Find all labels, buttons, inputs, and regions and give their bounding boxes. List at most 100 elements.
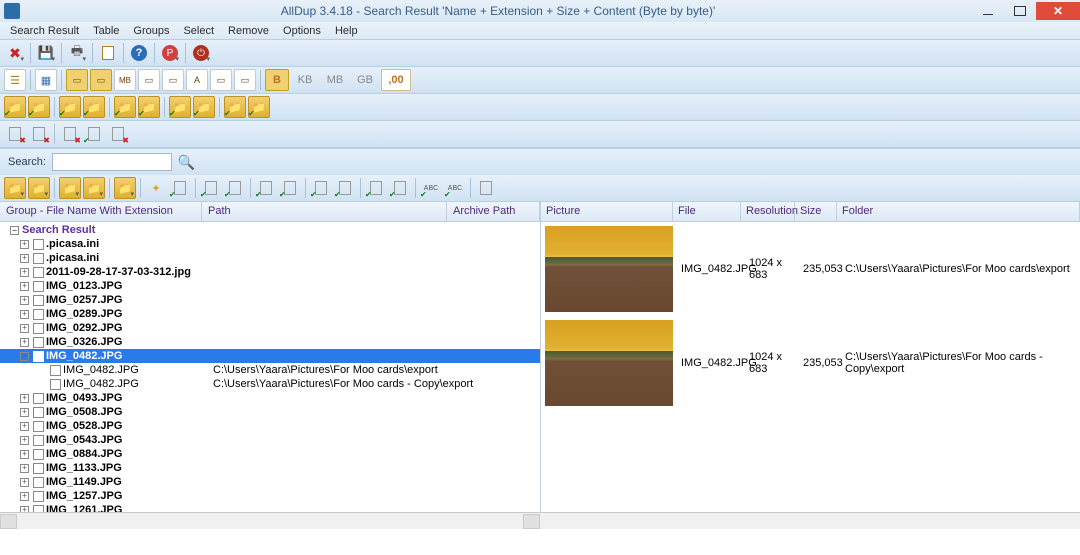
unit-decimal-button[interactable]: ,00 (381, 69, 411, 91)
folder-btn-6[interactable]: 📁✔ (138, 96, 160, 118)
tree-file[interactable]: IMG_0482.JPGC:\Users\Yaara\Pictures\For … (0, 377, 540, 391)
expand-icon[interactable]: + (20, 240, 29, 249)
view-list-button[interactable]: ☰ (4, 69, 26, 91)
hdr-file[interactable]: File (673, 202, 741, 221)
folder-btn-10[interactable]: 📁✔ (248, 96, 270, 118)
sel-page-5[interactable]: ✔ (279, 177, 301, 199)
checkbox[interactable] (33, 491, 44, 502)
checkbox[interactable] (33, 463, 44, 474)
col-btn-5[interactable]: ▭ (162, 69, 184, 91)
unit-gb-button[interactable]: GB (351, 69, 379, 91)
collapse-icon[interactable]: − (20, 352, 29, 361)
checkbox[interactable] (33, 421, 44, 432)
remove-btn-5[interactable]: ✖ (107, 123, 129, 145)
expand-icon[interactable]: + (20, 268, 29, 277)
view-panes-button[interactable]: ▦ (35, 69, 57, 91)
tree-group[interactable]: +IMG_0123.JPG (0, 279, 540, 293)
hdr-folder[interactable]: Folder (837, 202, 1080, 221)
unit-mb-button[interactable]: MB (321, 69, 349, 91)
tree-group[interactable]: +IMG_0289.JPG (0, 307, 540, 321)
col-path[interactable]: Path (202, 202, 447, 221)
sel-btn-3[interactable]: 📁 (59, 177, 81, 199)
remove-btn-2[interactable]: ✖ (28, 123, 50, 145)
checkbox[interactable] (33, 281, 44, 292)
sel-btn-2[interactable]: 📁 (28, 177, 50, 199)
tree-panel[interactable]: Group - File Name With Extension Path Ar… (0, 202, 540, 512)
root-label[interactable]: Search Result (22, 224, 95, 236)
tree-group[interactable]: +.picasa.ini (0, 237, 540, 251)
expand-icon[interactable]: + (20, 394, 29, 403)
col-btn-8[interactable]: ▭ (234, 69, 256, 91)
remove-btn-1[interactable]: ✖ (4, 123, 26, 145)
expand-icon[interactable]: + (20, 506, 29, 513)
sel-page-1[interactable]: ✔ (169, 177, 191, 199)
print-button[interactable]: 🖶 (66, 42, 88, 64)
col-btn-7[interactable]: ▭ (210, 69, 232, 91)
tree-group[interactable]: +2011-09-28-17-37-03-312.jpg (0, 265, 540, 279)
checkbox[interactable] (33, 477, 44, 488)
expand-icon[interactable]: + (20, 310, 29, 319)
tree-group[interactable]: +IMG_0528.JPG (0, 419, 540, 433)
col-btn-4[interactable]: ▭ (138, 69, 160, 91)
scroll-right-button[interactable] (523, 514, 540, 529)
search-input[interactable] (52, 153, 172, 171)
checkbox[interactable] (50, 379, 61, 390)
hdr-picture[interactable]: Picture (541, 202, 673, 221)
tree-group[interactable]: +IMG_0543.JPG (0, 433, 540, 447)
menu-select[interactable]: Select (177, 23, 220, 39)
checkbox[interactable] (33, 337, 44, 348)
save-button[interactable]: 💾 (35, 42, 57, 64)
col-btn-1[interactable]: ▭ (66, 69, 88, 91)
sel-page-8[interactable]: ✔ (365, 177, 387, 199)
power-button[interactable]: ⏻ (190, 42, 212, 64)
expand-icon[interactable]: + (20, 422, 29, 431)
unit-b-button[interactable]: B (265, 69, 289, 91)
folder-btn-2[interactable]: 📁✔ (28, 96, 50, 118)
tree-group[interactable]: +IMG_1149.JPG (0, 475, 540, 489)
expand-icon[interactable]: + (20, 464, 29, 473)
tree-file[interactable]: IMG_0482.JPGC:\Users\Yaara\Pictures\For … (0, 363, 540, 377)
checkbox[interactable] (33, 351, 44, 362)
sel-btn-1[interactable]: 📁 (4, 177, 26, 199)
checkbox[interactable] (50, 365, 61, 376)
expand-icon[interactable]: + (20, 478, 29, 487)
checkbox[interactable] (33, 449, 44, 460)
checkbox[interactable] (33, 323, 44, 334)
checkbox[interactable] (33, 407, 44, 418)
hdr-size[interactable]: Size (795, 202, 837, 221)
expand-icon[interactable]: + (20, 254, 29, 263)
expand-icon[interactable]: + (20, 338, 29, 347)
expand-icon[interactable]: + (20, 436, 29, 445)
delete-button[interactable]: ✖ (4, 42, 26, 64)
folder-btn-1[interactable]: 📁✔ (4, 96, 26, 118)
expand-icon[interactable]: + (20, 492, 29, 501)
detail-row[interactable]: IMG_0482.JPG1024 x 683235,053C:\Users\Ya… (541, 222, 1080, 316)
tree-group[interactable]: +IMG_0326.JPG (0, 335, 540, 349)
sel-page-4[interactable]: ✔ (255, 177, 277, 199)
scroll-left-button[interactable] (0, 514, 17, 529)
col-a-button[interactable]: A (186, 69, 208, 91)
tree-group[interactable]: +IMG_1133.JPG (0, 461, 540, 475)
folder-btn-8[interactable]: 📁✔ (193, 96, 215, 118)
expand-icon[interactable]: + (20, 450, 29, 459)
expand-icon[interactable]: + (20, 408, 29, 417)
sel-abc-2[interactable]: ABC✔ (444, 177, 466, 199)
tree-group[interactable]: +IMG_0257.JPG (0, 293, 540, 307)
help-button[interactable]: ? (128, 42, 150, 64)
col-archive[interactable]: Archive Path (447, 202, 540, 221)
maximize-button[interactable] (1004, 2, 1036, 20)
sel-page-10[interactable] (475, 177, 497, 199)
pinterest-button[interactable]: P (159, 42, 181, 64)
h-scrollbar[interactable] (0, 512, 1080, 529)
expand-icon[interactable]: + (20, 296, 29, 305)
tree-group[interactable]: +IMG_0493.JPG (0, 391, 540, 405)
tree-group[interactable]: −IMG_0482.JPG (0, 349, 540, 363)
search-icon[interactable]: 🔍 (178, 154, 195, 171)
menu-remove[interactable]: Remove (222, 23, 275, 39)
checkbox[interactable] (33, 295, 44, 306)
menu-help[interactable]: Help (329, 23, 364, 39)
tree-group[interactable]: +IMG_0508.JPG (0, 405, 540, 419)
checkbox[interactable] (33, 239, 44, 250)
folder-btn-5[interactable]: 📁✔ (114, 96, 136, 118)
menu-search-result[interactable]: Search Result (4, 23, 85, 39)
